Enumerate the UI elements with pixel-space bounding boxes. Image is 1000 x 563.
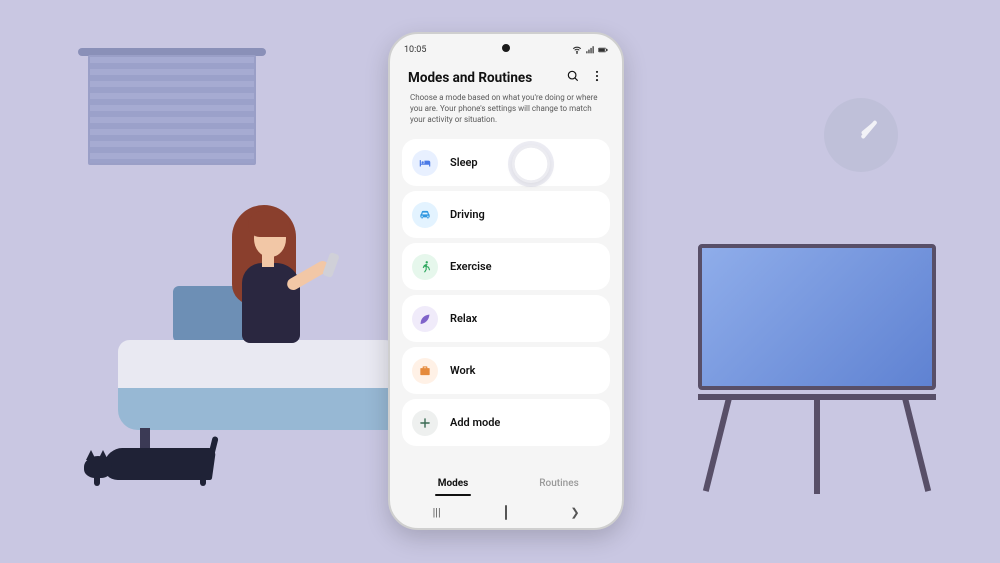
status-bar: 10:05: [404, 42, 608, 58]
tab-routines-label: Routines: [539, 478, 578, 489]
screen-header: Modes and Routines Choose a mode based o…: [400, 64, 612, 139]
phone-frame: 10:05 Modes and Routines: [388, 32, 624, 530]
mode-label: Exercise: [450, 260, 492, 273]
plus-icon: [412, 410, 438, 436]
tv-stand: [698, 394, 936, 494]
tv: [698, 244, 936, 390]
status-time: 10:05: [404, 45, 426, 55]
run-icon: [412, 254, 438, 280]
woman-illustration: [200, 195, 360, 365]
nav-back[interactable]: ❮: [560, 506, 590, 519]
bottom-tabs: Modes Routines: [400, 466, 612, 500]
mode-label: Add mode: [450, 416, 500, 429]
nav-home[interactable]: [491, 506, 521, 519]
wifi-icon: [572, 45, 582, 55]
search-icon[interactable]: [566, 68, 580, 87]
mode-label: Work: [450, 364, 475, 377]
nav-recents[interactable]: |||: [422, 506, 452, 519]
mode-card-exercise[interactable]: Exercise: [402, 243, 610, 290]
mode-card-add-mode[interactable]: Add mode: [402, 399, 610, 446]
mode-label: Relax: [450, 312, 477, 325]
mode-card-relax[interactable]: Relax: [402, 295, 610, 342]
mode-card-sleep[interactable]: Sleep: [402, 139, 610, 186]
window-blinds: [88, 55, 256, 165]
cat-illustration: [84, 428, 234, 488]
more-icon[interactable]: [590, 68, 604, 87]
tab-modes[interactable]: Modes: [400, 466, 506, 500]
signal-icon: [585, 45, 595, 55]
android-navbar: ||| ❮: [402, 502, 610, 522]
mode-card-driving[interactable]: Driving: [402, 191, 610, 238]
mode-card-work[interactable]: Work: [402, 347, 610, 394]
bed-icon: [412, 150, 438, 176]
battery-icon: [598, 45, 608, 55]
tab-routines[interactable]: Routines: [506, 466, 612, 500]
car-icon: [412, 202, 438, 228]
modes-list: Sleep Driving Exercise Relax Work Add mode: [400, 139, 612, 466]
wall-clock: [824, 98, 898, 172]
tab-modes-label: Modes: [438, 478, 469, 489]
screen-subtitle: Choose a mode based on what you're doing…: [408, 87, 604, 133]
leaf-icon: [412, 306, 438, 332]
mode-label: Sleep: [450, 156, 478, 169]
screen-title: Modes and Routines: [408, 70, 532, 86]
mode-label: Driving: [450, 208, 485, 221]
work-icon: [412, 358, 438, 384]
